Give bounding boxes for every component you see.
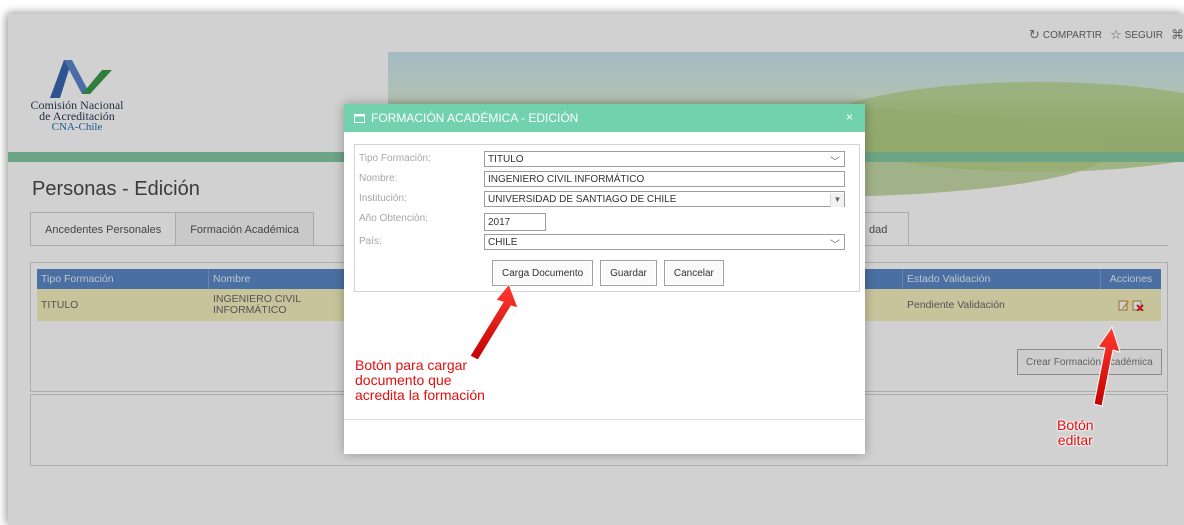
upload-annotation-line-2: documento que <box>355 372 452 388</box>
upload-annotation-line-1: Botón para cargar <box>355 357 468 373</box>
edit-annotation-line-1: Botón <box>1057 417 1094 433</box>
annotation-arrows <box>469 283 1121 407</box>
edit-annotation: Botón editar <box>1057 418 1094 448</box>
arrow-to-edit-icon <box>1093 325 1121 407</box>
browser-page: ↻ COMPARTIR ☆ SEGUIR ⌘ Comisión Nacional d… <box>8 14 1184 525</box>
upload-annotation: Botón para cargar documento que acredita… <box>355 358 485 403</box>
upload-annotation-line-3: acredita la formación <box>355 387 485 403</box>
arrow-to-upload-icon <box>469 283 519 361</box>
edit-annotation-line-2: editar <box>1057 432 1093 448</box>
